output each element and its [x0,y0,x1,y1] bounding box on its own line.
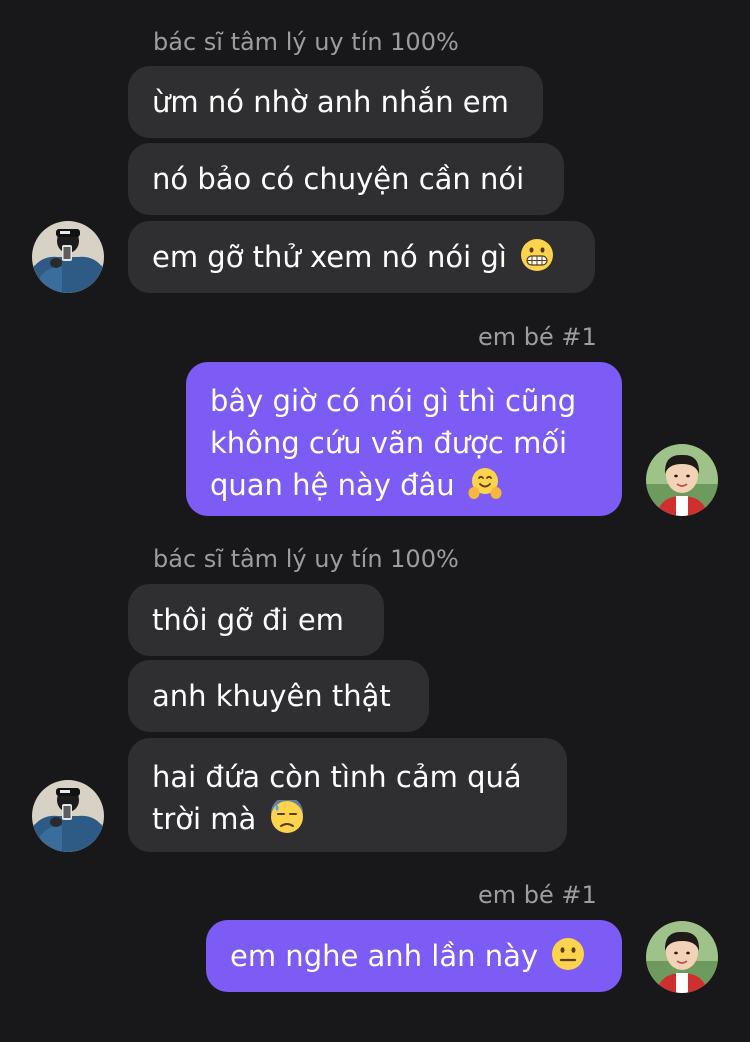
message-bubble-outgoing[interactable]: bây giờ có nói gì thì cũng không cứu vãn… [186,362,622,516]
message-text-line: hai đứa còn tình cảm quá [152,760,522,794]
message-text: anh khuyên thật [152,679,391,713]
message-bubble-incoming[interactable]: hai đứa còn tình cảm quá trời mà [128,738,567,852]
sender-name: em bé #1 [478,323,597,351]
message-bubble-outgoing[interactable]: em nghe anh lần này [206,920,622,992]
avatar-child-icon[interactable] [646,921,718,993]
grimacing-face-icon [521,239,554,271]
neutral-face-icon [552,938,585,970]
message-text-line: bây giờ có nói gì thì cũng [210,384,577,418]
sender-name: em bé #1 [478,881,597,909]
message-text: em nghe anh lần này [230,939,539,973]
hugging-face-icon [468,468,502,499]
sender-name: bác sĩ tâm lý uy tín 100% [153,28,459,56]
avatar-man-hoodie-icon[interactable] [32,221,104,293]
message-text: thôi gỡ đi em [152,603,344,637]
avatar-child-icon[interactable] [646,444,718,516]
message-text-line: không cứu vãn được mối [210,426,568,460]
downcast-sweat-face-icon [270,800,303,833]
avatar-man-hoodie-icon[interactable] [32,780,104,852]
sender-name: bác sĩ tâm lý uy tín 100% [153,545,459,573]
message-text: em gỡ thử xem nó nói gì [152,240,507,274]
message-text: nó bảo có chuyện cần nói [152,162,525,196]
message-text-line: trời mà [152,802,257,836]
message-bubble-incoming[interactable]: nó bảo có chuyện cần nói [128,143,564,215]
message-bubble-incoming[interactable]: ừm nó nhờ anh nhắn em [128,66,543,138]
message-bubble-incoming[interactable]: anh khuyên thật [128,660,429,732]
message-bubble-incoming[interactable]: em gỡ thử xem nó nói gì [128,221,595,293]
message-bubble-incoming[interactable]: thôi gỡ đi em [128,584,384,656]
message-text: ừm nó nhờ anh nhắn em [152,85,509,119]
message-text-line: quan hệ này đâu [210,468,455,502]
